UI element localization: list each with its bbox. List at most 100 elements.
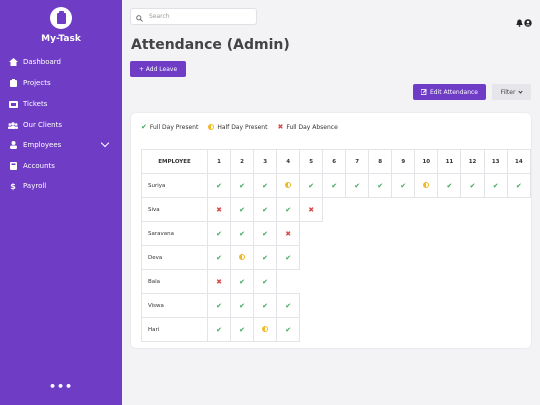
check-icon: ✔ — [216, 325, 222, 334]
day-header: 14 — [506, 149, 531, 174]
attendance-cell[interactable]: ✔ — [345, 173, 370, 198]
attendance-cell[interactable]: ✖ — [276, 221, 301, 246]
attendance-cell[interactable]: ✔ — [506, 173, 531, 198]
ticket-icon — [8, 100, 18, 108]
attendance-cell[interactable]: ✔ — [253, 221, 278, 246]
attendance-cell[interactable]: ✔ — [230, 317, 255, 342]
sidebar: My-Task Dashboard Projects Tickets Our C… — [0, 0, 122, 405]
employee-name: Deva — [140, 245, 209, 270]
empty-cell — [438, 318, 461, 342]
empty-cell — [323, 318, 346, 342]
sidebar-item-employees[interactable]: Employees — [8, 137, 120, 153]
empty-cell — [415, 222, 438, 246]
page-title: Attendance (Admin) — [131, 37, 290, 53]
more-menu-button[interactable]: ••• — [0, 381, 122, 392]
sidebar-item-projects[interactable]: Projects — [8, 75, 120, 91]
day-header: 6 — [322, 149, 347, 174]
check-icon: ✔ — [262, 205, 269, 214]
attendance-cell[interactable]: ✔ — [207, 221, 232, 246]
attendance-cell[interactable]: ✔ — [253, 173, 278, 198]
table-row: Siva ✖ ✔ ✔ ✔ ✖ — [140, 197, 531, 222]
empty-cell — [415, 246, 438, 270]
sidebar-item-our-clients[interactable]: Our Clients — [8, 117, 120, 133]
check-icon: ✔ — [239, 181, 246, 190]
attendance-cell[interactable]: ✔ — [207, 293, 232, 318]
sidebar-item-label: Employees — [23, 141, 62, 149]
attendance-cell[interactable]: ✔ — [207, 173, 232, 198]
attendance-cell[interactable] — [230, 245, 255, 270]
sidebar-item-accounts[interactable]: Accounts — [8, 158, 120, 174]
attendance-cell[interactable]: ✔ — [207, 245, 232, 270]
empty-cell — [346, 270, 369, 294]
bell-icon[interactable] — [516, 12, 523, 31]
user-account-icon[interactable] — [524, 12, 532, 31]
sidebar-item-tickets[interactable]: Tickets — [8, 96, 120, 112]
attendance-cell[interactable]: ✔ — [391, 173, 416, 198]
check-icon: ✔ — [515, 181, 522, 190]
attendance-cell[interactable]: ✔ — [368, 173, 393, 198]
attendance-cell[interactable]: ✔ — [276, 317, 301, 342]
attendance-cell[interactable]: ✔ — [253, 293, 278, 318]
attendance-cell[interactable]: ✔ — [276, 197, 301, 222]
attendance-cell[interactable]: ✔ — [230, 221, 255, 246]
empty-cell — [323, 246, 346, 270]
attendance-cell[interactable]: ✔ — [322, 173, 347, 198]
legend-absent-label: Full Day Absence — [286, 123, 338, 131]
attendance-cell[interactable]: ✔ — [276, 245, 301, 270]
day-header: 5 — [299, 149, 324, 174]
check-icon: ✔ — [469, 181, 476, 190]
day-header: 8 — [368, 149, 393, 174]
attendance-cell[interactable]: ✔ — [230, 173, 255, 198]
attendance-cell[interactable]: ✔ — [230, 269, 255, 294]
add-leave-button[interactable]: + Add Leave — [130, 61, 186, 77]
empty-cell — [461, 294, 484, 318]
attendance-cell[interactable]: ✔ — [460, 173, 485, 198]
day-header: 12 — [460, 149, 485, 174]
attendance-cell[interactable]: ✖ — [207, 197, 232, 222]
check-icon: ✔ — [331, 181, 338, 190]
attendance-cell[interactable]: ✔ — [207, 317, 232, 342]
header-icons — [516, 12, 532, 31]
empty-cell — [346, 294, 369, 318]
attendance-cell[interactable]: ✔ — [276, 293, 301, 318]
attendance-cell[interactable]: ✖ — [299, 197, 324, 222]
check-icon: ✔ — [239, 277, 246, 286]
employee-name: Viswa — [140, 293, 209, 318]
attendance-cell[interactable]: ✔ — [230, 293, 255, 318]
empty-cell — [438, 246, 461, 270]
empty-cell — [507, 270, 530, 294]
employee-name: Bala — [140, 269, 209, 294]
empty-cell — [507, 198, 530, 222]
check-icon: ✔ — [285, 301, 292, 310]
empty-cell — [392, 222, 415, 246]
attendance-cell[interactable]: ✔ — [299, 173, 324, 198]
check-icon: ✔ — [446, 181, 453, 190]
half-circle-icon — [423, 182, 430, 189]
check-icon: ✔ — [262, 181, 269, 190]
attendance-cell[interactable] — [253, 317, 278, 342]
empty-cell — [369, 318, 392, 342]
sidebar-item-payroll[interactable]: $ Payroll — [8, 178, 120, 194]
table-row: Bala ✖ ✔ ✔ — [140, 269, 531, 294]
sidebar-item-label: Our Clients — [23, 121, 62, 129]
search-input[interactable] — [149, 13, 249, 20]
attendance-cell[interactable]: ✔ — [483, 173, 508, 198]
empty-cell — [484, 198, 507, 222]
filter-button[interactable]: Filter — [492, 84, 531, 100]
attendance-cell[interactable]: ✔ — [437, 173, 462, 198]
attendance-cell[interactable]: ✔ — [230, 197, 255, 222]
table-header-row: EMPLOYEE 1 2 3 4 5 6 7 8 9 10 11 12 13 14 — [140, 149, 531, 174]
attendance-cell[interactable]: ✔ — [253, 197, 278, 222]
sidebar-item-dashboard[interactable]: Dashboard — [8, 54, 120, 70]
empty-cell — [507, 294, 530, 318]
attendance-cell[interactable] — [414, 173, 439, 198]
attendance-cell[interactable]: ✖ — [207, 269, 232, 294]
empty-cell — [300, 246, 323, 270]
empty-cell — [415, 198, 438, 222]
attendance-cell[interactable]: ✔ — [253, 245, 278, 270]
empty-cell — [507, 318, 530, 342]
attendance-cell[interactable]: ✔ — [253, 269, 278, 294]
empty-cell — [392, 294, 415, 318]
edit-attendance-button[interactable]: Edit Attendance — [413, 84, 486, 100]
attendance-cell[interactable] — [276, 173, 301, 198]
